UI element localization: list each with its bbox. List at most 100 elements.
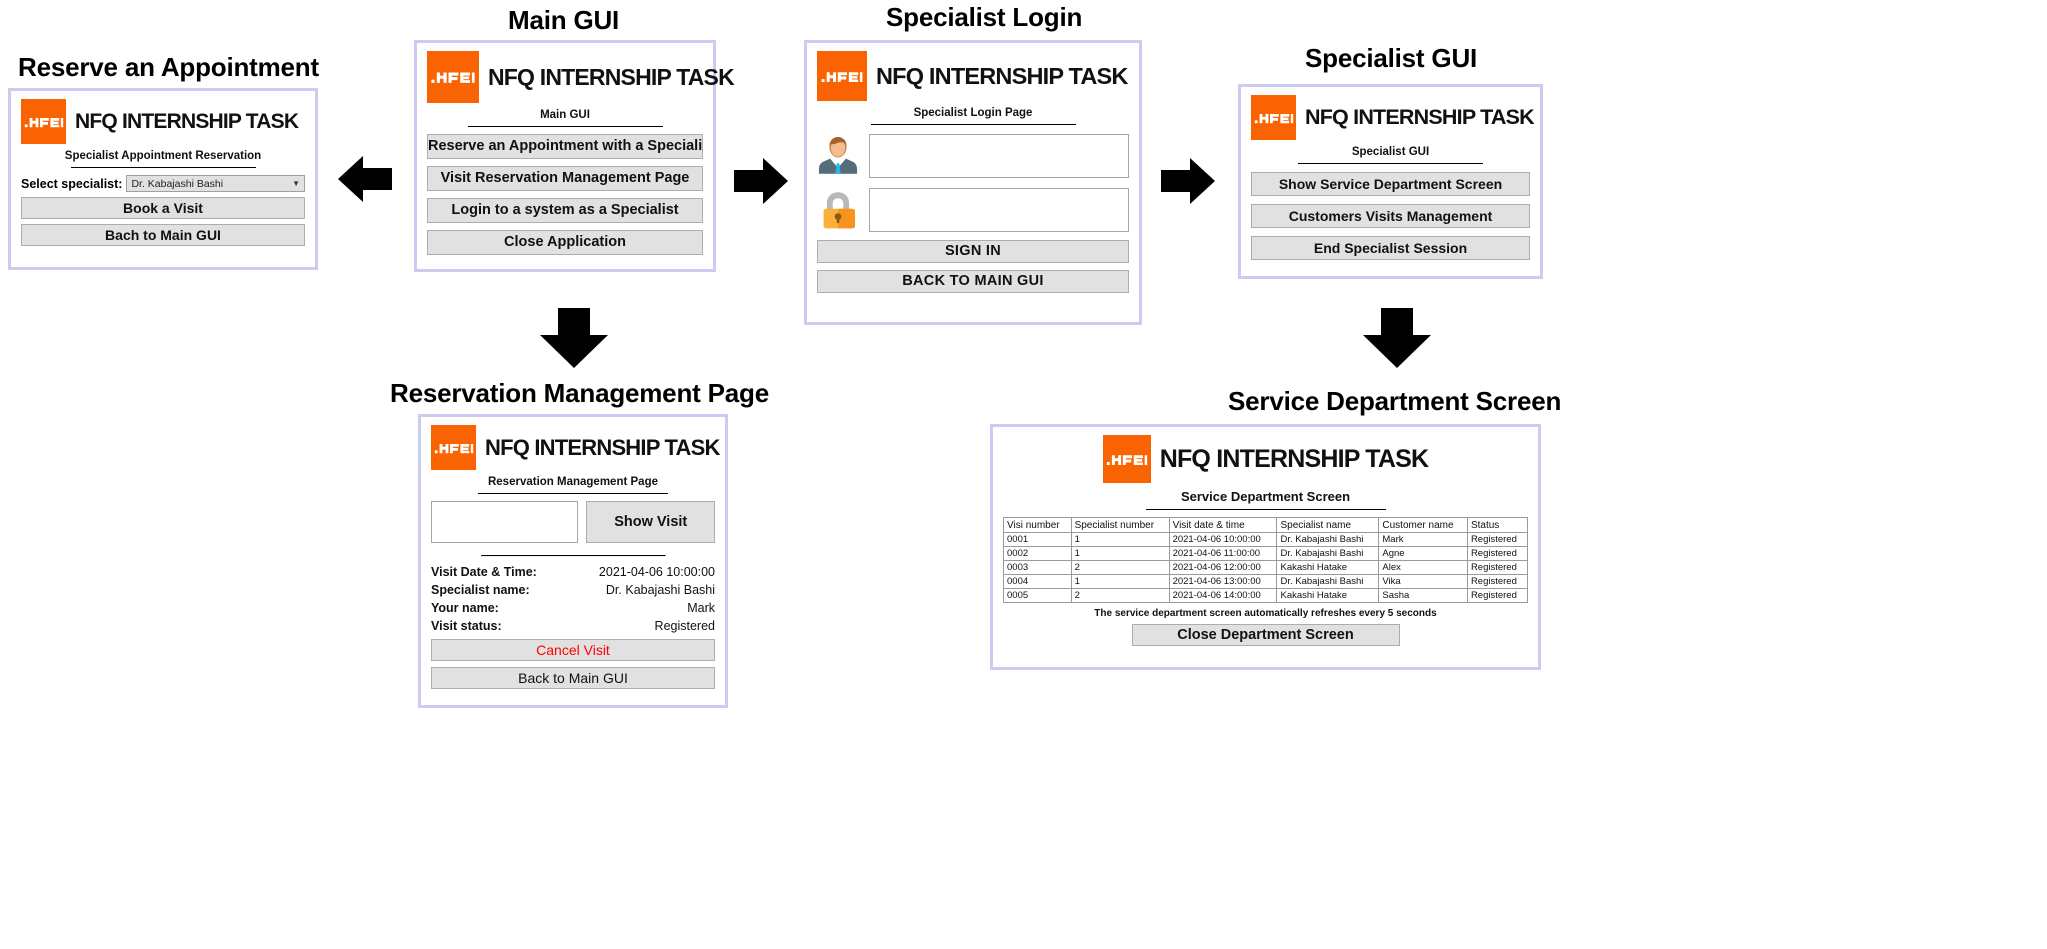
specialist-select[interactable]: Dr. Kabajashi Bashi ▼ <box>126 175 305 192</box>
arrow-right-icon <box>1160 152 1216 215</box>
column-header: Visi number <box>1003 517 1072 533</box>
back-to-main-gui-button[interactable]: Bach to Main GUI <box>21 224 305 246</box>
brand-title: NFQ INTERNSHIP TASK <box>485 434 720 460</box>
padlock-icon <box>817 187 859 233</box>
show-service-department-screen-button[interactable]: Show Service Department Screen <box>1251 172 1530 196</box>
username-row <box>817 133 1129 179</box>
detail-label: Visit status: <box>431 619 502 633</box>
table-row[interactable]: 0002 1 2021-04-06 11:00:00 Dr. Kabajashi… <box>1003 546 1529 561</box>
end-specialist-session-button[interactable]: End Specialist Session <box>1251 236 1530 260</box>
cell-status: Registered <box>1466 560 1529 575</box>
arrow-right-icon <box>733 152 789 215</box>
detail-row: Specialist name: Dr. Kabajashi Bashi <box>431 583 715 597</box>
nfq-logo-icon <box>1251 95 1296 140</box>
cell-customer-name: Alex <box>1378 560 1468 575</box>
cell-visit-number: 0004 <box>1003 574 1072 589</box>
nfq-logo-icon <box>817 51 867 101</box>
divider <box>870 124 1076 125</box>
brand-header: NFQ INTERNSHIP TASK <box>1003 435 1528 483</box>
brand-header: NFQ INTERNSHIP TASK <box>1251 95 1535 140</box>
brand-title: NFQ INTERNSHIP TASK <box>75 109 299 133</box>
arrow-left-icon <box>337 150 393 213</box>
show-visit-button[interactable]: Show Visit <box>586 501 715 543</box>
brand-title: NFQ INTERNSHIP TASK <box>1305 105 1535 129</box>
visit-number-input[interactable] <box>431 501 579 543</box>
cell-visit-number: 0001 <box>1003 532 1072 547</box>
cell-customer-name: Agne <box>1378 546 1468 561</box>
brand-header: NFQ INTERNSHIP TASK <box>431 425 720 470</box>
detail-label: Visit Date & Time: <box>431 565 537 579</box>
arrow-down-icon <box>1357 307 1437 374</box>
detail-value: Registered <box>654 619 715 633</box>
window-subtitle: Specialist Login Page <box>913 107 1033 119</box>
brand-title: NFQ INTERNSHIP TASK <box>876 62 1128 89</box>
detail-value: Dr. Kabajashi Bashi <box>605 583 715 597</box>
window-specialist-gui: NFQ INTERNSHIP TASK Specialist GUI Show … <box>1238 84 1543 279</box>
window-service-department: NFQ INTERNSHIP TASK Service Department S… <box>990 424 1541 670</box>
cell-status: Registered <box>1466 532 1529 547</box>
detail-row: Your name: Mark <box>431 601 715 615</box>
detail-label: Specialist name: <box>431 583 530 597</box>
divider <box>478 493 668 494</box>
auto-refresh-note: The service department screen automatica… <box>1094 608 1437 619</box>
window-subtitle: Specialist GUI <box>1351 146 1430 158</box>
brand-header: NFQ INTERNSHIP TASK <box>817 51 1129 101</box>
password-input[interactable] <box>869 188 1129 232</box>
cancel-visit-button[interactable]: Cancel Visit <box>431 639 715 661</box>
brand-title: NFQ INTERNSHIP TASK <box>1159 444 1429 473</box>
visit-search-row: Show Visit <box>431 501 715 543</box>
cell-visit-number: 0002 <box>1003 546 1072 561</box>
brand-title: NFQ INTERNSHIP TASK <box>488 63 735 90</box>
close-application-button[interactable]: Close Application <box>427 230 703 255</box>
divider-2 <box>480 555 666 557</box>
caption-reserve-appointment: Reserve an Appointment <box>18 52 319 82</box>
cell-status: Registered <box>1466 574 1529 589</box>
username-input[interactable] <box>869 134 1129 178</box>
table-row[interactable]: 0001 1 2021-04-06 10:00:00 Dr. Kabajashi… <box>1003 532 1529 547</box>
visit-reservation-management-button[interactable]: Visit Reservation Management Page <box>427 166 703 191</box>
nfq-logo-icon <box>1102 435 1151 483</box>
flow-diagram: Reserve an Appointment Main GUI Speciali… <box>0 0 2047 949</box>
cell-customer-name: Mark <box>1378 532 1468 547</box>
window-subtitle: Reservation Management Page <box>487 476 658 488</box>
table-row[interactable]: 0004 1 2021-04-06 13:00:00 Dr. Kabajashi… <box>1003 574 1529 589</box>
cell-customer-name: Sasha <box>1378 588 1468 603</box>
reserve-appointment-button[interactable]: Reserve an Appointment with a Specialist <box>427 134 703 159</box>
table-row[interactable]: 0005 2 2021-04-06 14:00:00 Kakashi Hatak… <box>1003 588 1529 603</box>
cell-specialist-number: 1 <box>1070 532 1170 547</box>
table-row[interactable]: 0003 2 2021-04-06 12:00:00 Kakashi Hatak… <box>1003 560 1529 575</box>
cell-visit-datetime: 2021-04-06 10:00:00 <box>1168 532 1278 547</box>
customers-visits-management-button[interactable]: Customers Visits Management <box>1251 204 1530 228</box>
book-a-visit-button[interactable]: Book a Visit <box>21 197 305 219</box>
table-header-row: Visi number Specialist number Visit date… <box>1003 517 1529 533</box>
column-header: Customer name <box>1378 517 1468 533</box>
cell-visit-datetime: 2021-04-06 11:00:00 <box>1168 546 1278 561</box>
specialist-select-value: Dr. Kabajashi Bashi <box>131 177 224 190</box>
cell-specialist-number: 1 <box>1070 574 1170 589</box>
window-subtitle: Specialist Appointment Reservation <box>64 150 262 162</box>
cell-specialist-number: 2 <box>1070 588 1170 603</box>
back-to-main-gui-button[interactable]: Back to Main GUI <box>431 667 715 689</box>
caption-specialist-login: Specialist Login <box>886 2 1083 32</box>
password-row <box>817 187 1129 233</box>
specialist-select-row: Select specialist: Dr. Kabajashi Bashi ▼ <box>21 175 305 192</box>
user-avatar-icon <box>817 133 859 179</box>
column-header: Visit date & time <box>1168 517 1278 533</box>
caption-service-department: Service Department Screen <box>1228 386 1562 416</box>
chevron-down-icon: ▼ <box>292 179 300 188</box>
close-department-screen-button[interactable]: Close Department Screen <box>1131 624 1400 646</box>
sign-in-button[interactable]: SIGN IN <box>817 240 1129 263</box>
cell-customer-name: Vika <box>1378 574 1468 589</box>
cell-specialist-name: Kakashi Hatake <box>1276 560 1380 575</box>
cell-visit-datetime: 2021-04-06 13:00:00 <box>1168 574 1278 589</box>
caption-reservation-management: Reservation Management Page <box>390 378 769 408</box>
cell-specialist-number: 2 <box>1070 560 1170 575</box>
back-to-main-gui-button[interactable]: BACK TO MAIN GUI <box>817 270 1129 293</box>
specialist-login-button[interactable]: Login to a system as a Specialist <box>427 198 703 223</box>
select-specialist-label: Select specialist: <box>21 176 123 191</box>
divider <box>467 126 663 127</box>
column-header: Specialist name <box>1276 517 1380 533</box>
cell-visit-datetime: 2021-04-06 12:00:00 <box>1168 560 1278 575</box>
visits-table: Visi number Specialist number Visit date… <box>1003 517 1529 603</box>
detail-value: Mark <box>687 601 715 615</box>
